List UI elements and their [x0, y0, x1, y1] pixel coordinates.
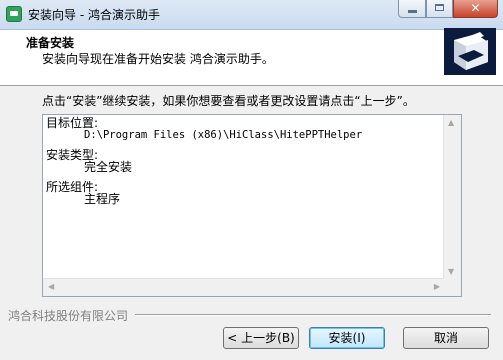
install-button[interactable]: 安装(I): [309, 327, 385, 349]
scroll-right-icon[interactable]: ▶: [434, 283, 440, 291]
page-title: 准备安装: [26, 36, 75, 50]
settings-summary-memo[interactable]: 目标位置: D:\Program Files (x86)\HiClass\Hit…: [42, 114, 462, 297]
window-title: 安装向导 - 鸿合演示助手: [28, 8, 160, 22]
company-name: 鸿合科技股份有限公司: [8, 309, 129, 323]
app-icon: [6, 6, 22, 22]
wizard-header: 准备安装 安装向导现在准备开始安装 鸿合演示助手。: [0, 28, 503, 86]
vertical-scrollbar[interactable]: ▲ ▼: [443, 115, 461, 280]
scroll-down-icon[interactable]: ▼: [448, 268, 454, 276]
close-button[interactable]: ✕: [453, 0, 498, 18]
scrollbar-corner: [444, 279, 461, 296]
page-subtitle: 安装向导现在准备开始安装 鸿合演示助手。: [42, 52, 274, 66]
minimize-button[interactable]: [398, 0, 426, 18]
close-icon: ✕: [470, 1, 481, 15]
footer-divider: [135, 314, 491, 316]
maximize-icon: [435, 4, 444, 11]
title-bar: 安装向导 - 鸿合演示助手 ✕: [0, 0, 503, 30]
scroll-left-icon[interactable]: ◀: [48, 283, 54, 291]
cancel-button[interactable]: 取消: [403, 327, 489, 349]
installer-logo-icon: [444, 28, 496, 75]
destination-label: 目标位置:: [46, 116, 99, 130]
install-type-value: 完全安装: [84, 160, 133, 174]
intro-text: 点击“安装”继续安装，如果你想要查看或者更改设置请点击“上一步”。: [42, 94, 415, 108]
memo-content: 目标位置: D:\Program Files (x86)\HiClass\Hit…: [46, 117, 362, 205]
maximize-button[interactable]: [426, 0, 453, 18]
scroll-up-icon[interactable]: ▲: [448, 119, 454, 127]
destination-value: D:\Program Files (x86)\HiClass\HitePPTHe…: [84, 129, 363, 141]
back-button[interactable]: < 上一步(B): [223, 327, 299, 349]
horizontal-scrollbar[interactable]: ◀ ▶: [43, 278, 444, 296]
minimize-icon: [408, 10, 417, 13]
components-value: 主程序: [84, 192, 121, 206]
